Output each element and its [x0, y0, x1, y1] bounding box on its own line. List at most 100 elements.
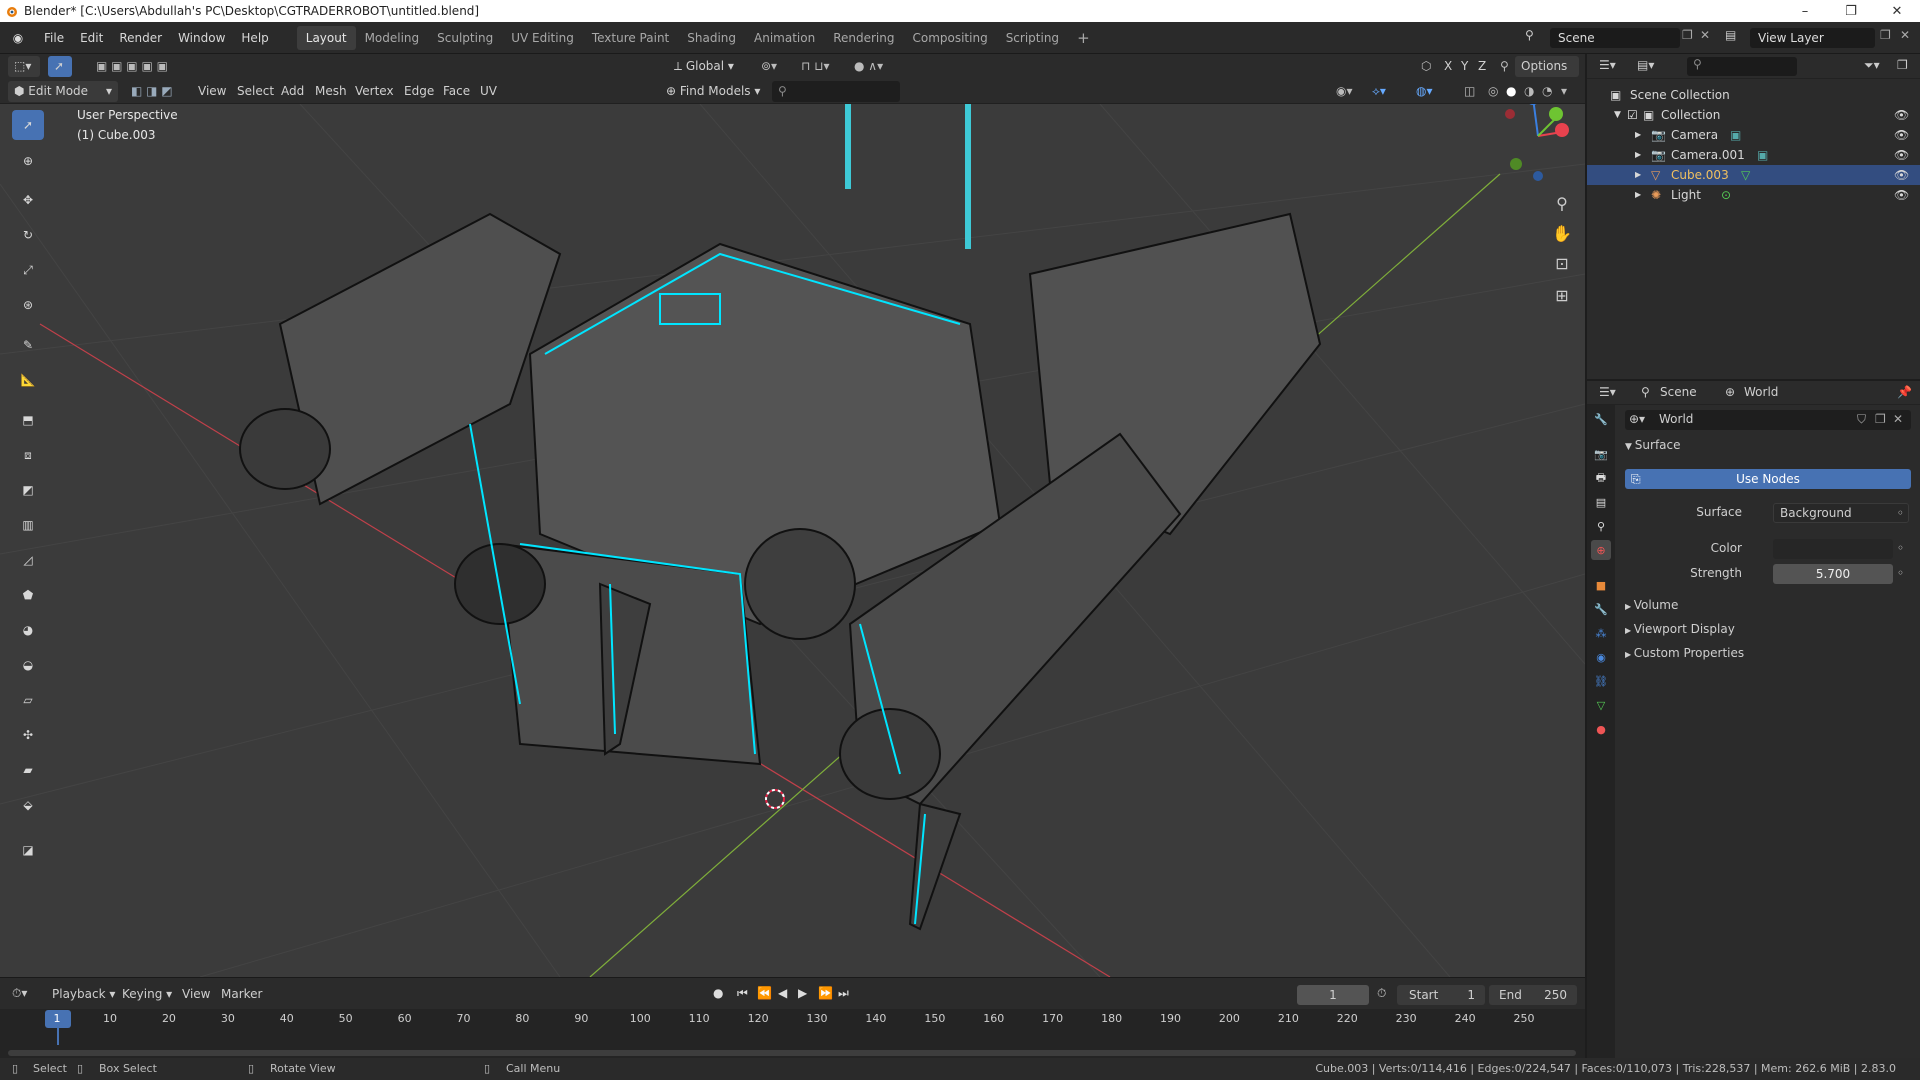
- mirror-y-toggle[interactable]: Y: [1455, 56, 1471, 77]
- viewport-display-panel[interactable]: ▶ Viewport Display: [1625, 622, 1735, 636]
- prev-keyframe-icon[interactable]: ⏪: [757, 986, 772, 1000]
- menu-select[interactable]: Select: [231, 81, 280, 102]
- view-layer-tab-icon[interactable]: ▤: [1591, 492, 1611, 512]
- menu-playback[interactable]: Playback ▾: [52, 987, 115, 1001]
- custom-properties-panel[interactable]: ▶ Custom Properties: [1625, 646, 1744, 660]
- extrude-tool-icon[interactable]: ⬒: [12, 405, 44, 435]
- timeline-scrollbar[interactable]: [8, 1050, 1576, 1056]
- particles-tab-icon[interactable]: ⁂: [1591, 623, 1611, 643]
- rotate-tool-icon[interactable]: ↻: [12, 220, 44, 250]
- unlink-icon[interactable]: ✕: [1893, 412, 1903, 426]
- tool-tab-icon[interactable]: 🔧: [1591, 409, 1611, 429]
- shear-tool-icon[interactable]: ▰: [12, 755, 44, 785]
- new-scene-icon[interactable]: ❐: [1682, 28, 1696, 42]
- annotate-tool-icon[interactable]: ✎: [12, 330, 44, 360]
- object-tab-icon[interactable]: ■: [1591, 575, 1611, 595]
- volume-panel[interactable]: ▶ Volume: [1625, 598, 1678, 612]
- visibility-icon[interactable]: ◉▾: [1330, 81, 1358, 102]
- outliner-row-cube-003[interactable]: ▶ ▽ Cube.003 ▽ 👁: [1587, 165, 1920, 185]
- eye-icon[interactable]: 👁: [1894, 185, 1909, 205]
- find-models-dropdown[interactable]: ⊕ Find Models ▾: [660, 81, 770, 102]
- start-frame-field[interactable]: Start 1: [1397, 985, 1485, 1005]
- expand-arrow-icon[interactable]: ▶: [1635, 125, 1641, 145]
- preview-range-icon[interactable]: ⏱: [1377, 986, 1386, 1001]
- current-frame-field[interactable]: 1: [1297, 985, 1369, 1005]
- pan-hand-icon[interactable]: ✋: [1550, 224, 1574, 248]
- menu-face[interactable]: Face: [437, 81, 476, 102]
- selection-modes-icon[interactable]: ▣ ▣ ▣ ▣ ▣: [90, 56, 182, 77]
- scale-tool-icon[interactable]: ⤢: [12, 255, 44, 285]
- tab-animation[interactable]: Animation: [745, 26, 824, 50]
- play-icon[interactable]: ▶: [798, 986, 807, 1000]
- expand-arrow-icon[interactable]: ▶: [1635, 185, 1641, 205]
- fake-user-icon[interactable]: ⛉: [1857, 412, 1866, 427]
- outliner-row-collection[interactable]: ▼ ☑ ▣ Collection 👁: [1587, 105, 1920, 125]
- pin-icon[interactable]: 📌: [1897, 385, 1912, 399]
- eye-icon[interactable]: 👁: [1894, 165, 1909, 185]
- camera-view-icon[interactable]: ⊡: [1550, 254, 1574, 278]
- shading-options-icon[interactable]: ▾: [1555, 81, 1575, 102]
- minimize-button[interactable]: –: [1782, 0, 1828, 22]
- cursor-tool-icon[interactable]: ⊕: [12, 146, 44, 176]
- tab-modeling[interactable]: Modeling: [356, 26, 429, 50]
- add-workspace-button[interactable]: +: [1068, 26, 1099, 50]
- tab-rendering[interactable]: Rendering: [824, 26, 903, 50]
- outliner-search[interactable]: ⚲: [1687, 57, 1797, 76]
- scene-field[interactable]: Scene: [1550, 28, 1680, 48]
- modifier-tab-icon[interactable]: 🔧: [1591, 599, 1611, 619]
- shrink-fatten-tool-icon[interactable]: ✣: [12, 720, 44, 750]
- surface-panel-header[interactable]: ▼ Surface: [1625, 438, 1915, 458]
- strength-field[interactable]: 5.700: [1773, 564, 1893, 584]
- poly-build-tool-icon[interactable]: ⬟: [12, 580, 44, 610]
- viewport-scene[interactable]: [0, 104, 1585, 977]
- record-icon[interactable]: ●: [713, 986, 723, 1000]
- proportional-edit-icon[interactable]: ● ∧▾: [848, 56, 892, 77]
- color-link-icon[interactable]: ◦: [1897, 541, 1904, 555]
- checkbox-icon[interactable]: ☑: [1627, 105, 1638, 125]
- gizmo-neg-z-axis[interactable]: [1533, 171, 1543, 181]
- find-models-search[interactable]: ⚲: [772, 81, 900, 102]
- overlay-icon[interactable]: ◍▾: [1410, 81, 1440, 102]
- move-tool-icon[interactable]: ✥: [12, 185, 44, 215]
- select-mode-buttons[interactable]: ◧ ◨ ◩: [125, 81, 185, 102]
- menu-view[interactable]: View: [192, 81, 232, 102]
- outliner-row-scene-collection[interactable]: ▣ Scene Collection: [1587, 85, 1920, 105]
- options-dropdown[interactable]: Options ▾: [1515, 56, 1579, 94]
- gizmo-icon[interactable]: ⟡▾: [1366, 81, 1396, 102]
- inset-tool-icon[interactable]: ⧈: [12, 440, 44, 470]
- menu-edit[interactable]: Edit: [72, 22, 111, 54]
- data-tab-icon[interactable]: ▽: [1591, 695, 1611, 715]
- tab-compositing[interactable]: Compositing: [903, 26, 996, 50]
- wireframe-shading-icon[interactable]: ◎: [1482, 81, 1502, 102]
- pivot-point-icon[interactable]: ⊚▾: [755, 56, 791, 77]
- blender-menu-icon[interactable]: ◉: [0, 31, 36, 45]
- measure-tool-icon[interactable]: 📐: [12, 365, 44, 395]
- eye-icon[interactable]: 👁: [1894, 145, 1909, 165]
- duplicate-icon[interactable]: ❐: [1875, 412, 1886, 426]
- jump-end-icon[interactable]: ⏭: [838, 986, 849, 1001]
- menu-timeline-view[interactable]: View: [182, 987, 210, 1001]
- display-mode-icon[interactable]: ▤▾: [1637, 58, 1654, 72]
- rendered-shading-icon[interactable]: ◔: [1536, 81, 1556, 102]
- render-tab-icon[interactable]: 📷: [1591, 444, 1611, 464]
- eye-icon[interactable]: 👁: [1894, 105, 1909, 125]
- properties-editor-icon[interactable]: ☰▾: [1599, 385, 1616, 399]
- gizmo-x-axis[interactable]: [1555, 123, 1569, 137]
- bevel-tool-icon[interactable]: ◩: [12, 475, 44, 505]
- menu-window[interactable]: Window: [170, 22, 233, 54]
- outliner-row-camera-001[interactable]: ▶ 📷 Camera.001 ▣ 👁: [1587, 145, 1920, 165]
- outliner-row-light[interactable]: ▶ ✺ Light ⊙ 👁: [1587, 185, 1920, 205]
- mirror-x-toggle[interactable]: X: [1438, 56, 1454, 77]
- filter-icon[interactable]: ⏷▾: [1864, 58, 1880, 73]
- play-reverse-icon[interactable]: ◀: [778, 986, 787, 1000]
- tab-uv-editing[interactable]: UV Editing: [502, 26, 583, 50]
- gizmo-y-axis[interactable]: [1549, 107, 1563, 121]
- physics-tab-icon[interactable]: ◉: [1591, 647, 1611, 667]
- mirror-icon[interactable]: ⬡: [1415, 56, 1439, 77]
- gizmo-neg-x-axis[interactable]: [1505, 109, 1515, 119]
- menu-file[interactable]: File: [36, 22, 72, 54]
- menu-help[interactable]: Help: [233, 22, 276, 54]
- mode-selector[interactable]: ⬢ Edit Mode ▾: [8, 81, 118, 102]
- material-shading-icon[interactable]: ◑: [1518, 81, 1538, 102]
- menu-uv[interactable]: UV: [474, 81, 503, 102]
